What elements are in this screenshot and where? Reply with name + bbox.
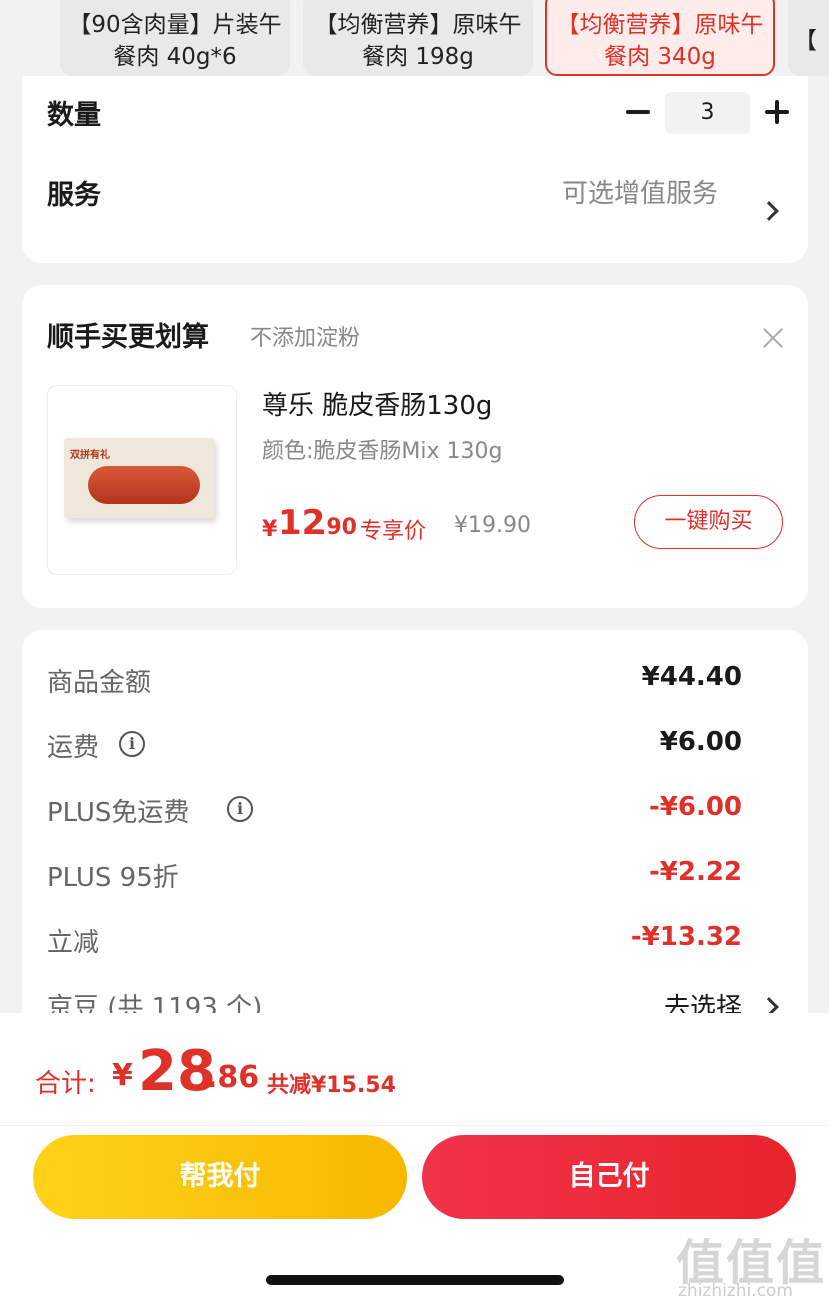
total-decimal: .86 [206,1060,260,1095]
summary-row-plus-free-shipping: PLUS免运费 i -¥6.00 [47,792,742,832]
product-box-label: 双拼有礼 [70,450,110,461]
watermark-url: zhizhizhi.com [678,1281,793,1301]
summary-label: PLUS免运费 [47,798,190,828]
total-integer: 28 [138,1039,216,1104]
info-icon[interactable]: i [227,796,253,822]
summary-label: 立减 [47,928,100,958]
quantity-plus-button[interactable] [762,92,792,132]
summary-row-instant-discount: 立减 -¥13.32 [47,922,742,962]
addon-subtitle: 不添加淀粉 [250,326,361,351]
quantity-minus-button[interactable] [624,92,652,132]
pay-myself-button[interactable]: 自己付 [422,1135,796,1219]
quantity-label: 数量 [47,100,101,131]
original-price: ¥19.90 [454,513,531,538]
product-image[interactable]: 双拼有礼 [47,385,237,575]
summary-value: -¥13.32 [630,922,742,952]
close-icon[interactable] [762,327,784,349]
service-selector[interactable]: 可选增值服务 [562,173,718,210]
addon-title: 顺手买更划算 [47,322,209,353]
price-summary-card: 商品金额 ¥44.40 运费 i ¥6.00 PLUS免运费 i -¥6.00 … [22,630,808,1050]
home-indicator[interactable] [266,1275,564,1285]
summary-value: ¥6.00 [659,727,742,757]
summary-value: -¥2.22 [648,857,742,887]
total-currency: ¥ [112,1058,133,1093]
summary-row-goods: 商品金额 ¥44.40 [47,662,742,702]
service-label: 服务 [47,180,101,211]
summary-label: PLUS 95折 [47,863,179,893]
help-me-pay-button[interactable]: 帮我付 [33,1135,407,1219]
price-currency: ¥ [262,517,278,542]
options-card: 数量 3 服务 可选增值服务 [22,0,808,263]
summary-row-plus-discount: PLUS 95折 -¥2.22 [47,857,742,897]
one-click-buy-button[interactable]: 一键购买 [634,495,783,549]
total-label: 合计: [35,1069,96,1099]
product-name[interactable]: 尊乐 脆皮香肠130g [262,385,492,422]
addon-card: 顺手买更划算 不添加淀粉 双拼有礼 尊乐 脆皮香肠130g 颜色:脆皮香肠Mix… [22,285,808,608]
summary-label: 运费 [47,733,100,763]
summary-label: 商品金额 [47,668,152,698]
price-tag: 专享价 [360,519,427,544]
divider [0,1125,829,1126]
price-decimal: .90 [318,515,357,540]
summary-value: ¥44.40 [641,662,742,692]
summary-row-shipping: 运费 i ¥6.00 [47,727,742,767]
summary-value: -¥6.00 [648,792,742,822]
info-icon[interactable]: i [119,731,145,757]
product-variant: 颜色:脆皮香肠Mix 130g [262,439,503,464]
quantity-input[interactable]: 3 [665,92,750,134]
checkout-bar: 合计: ¥ 28 .86 共减¥15.54 帮我付 自己付 值值值 zhizhi… [0,1013,829,1303]
total-saved: 共减¥15.54 [267,1073,396,1098]
sausage-graphic [88,466,200,504]
